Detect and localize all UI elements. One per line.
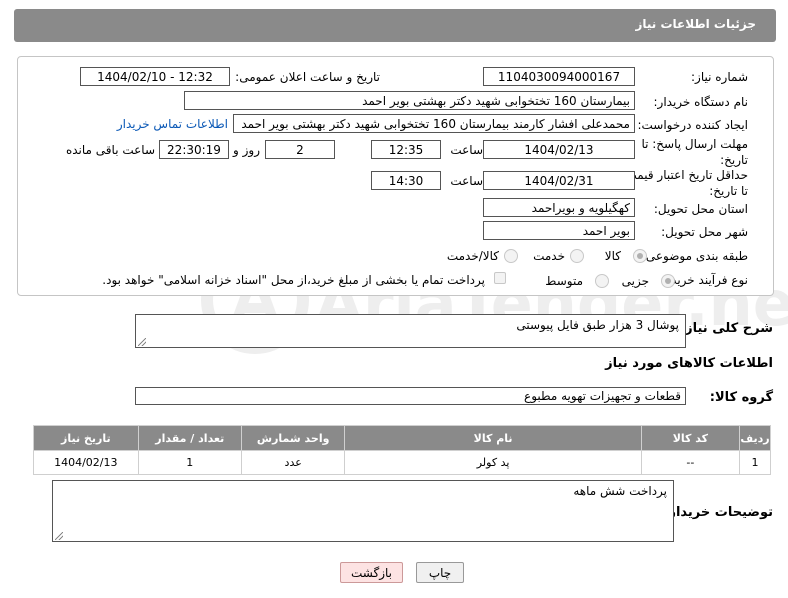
reply-time-field: 12:35: [371, 140, 441, 159]
requester-label: ایجاد کننده درخواست:: [637, 118, 748, 132]
remaining-time-label: ساعت باقی مانده: [65, 143, 155, 157]
treasury-payment-note: پرداخت تمام یا بخشی از مبلغ خرید،از محل …: [102, 273, 485, 287]
category-option-goods: کالا: [604, 249, 621, 263]
announce-datetime-field: 1404/02/10 - 12:32: [80, 67, 230, 86]
purchase-radio-minor[interactable]: [661, 274, 675, 288]
table-row: 1 -- پد کولر عدد 1 1404/02/13: [33, 450, 771, 475]
goods-table: ردیف کد کالا نام کالا واحد شمارش تعداد /…: [33, 425, 771, 475]
cell-unit: عدد: [240, 450, 346, 475]
buyer-notes-label: توضیحات خریدار:: [663, 505, 773, 520]
cell-name: پد کولر: [344, 450, 642, 475]
description-text: پوشال 3 هزار طبق فایل پیوستی: [516, 318, 679, 332]
resize-grip-icon[interactable]: [138, 338, 146, 346]
buyer-org-label: نام دستگاه خریدار:: [653, 95, 749, 109]
col-row: ردیف: [739, 425, 771, 451]
col-code: کد کالا: [640, 425, 741, 451]
page-title: جزئیات اطلاعات نیاز: [635, 17, 756, 31]
price-validity-time-field: 14:30: [371, 171, 441, 190]
category-option-service: خدمت: [533, 249, 565, 263]
buyer-contact-link[interactable]: اطلاعات تماس خریدار: [117, 117, 228, 131]
category-radio-goods[interactable]: [633, 249, 647, 263]
treasury-payment-checkbox[interactable]: [494, 272, 506, 284]
description-textarea[interactable]: پوشال 3 هزار طبق فایل پیوستی: [135, 314, 686, 348]
buyer-org-field: بیمارستان 160 تختخوابی شهید دکتر بهشتی ب…: [184, 91, 635, 110]
reply-date-field: 1404/02/13: [483, 140, 635, 159]
goods-group-label: گروه کالا:: [709, 390, 773, 405]
announce-datetime-label: تاریخ و ساعت اعلان عمومی:: [235, 70, 380, 84]
category-option-goods-service: کالا/خدمت: [446, 249, 499, 263]
back-button[interactable]: بازگشت: [340, 562, 403, 583]
requester-field: محمدعلی افشار کارمند بیمارستان 160 تختخو…: [233, 114, 635, 133]
price-validity-date-field: 1404/02/31: [483, 171, 635, 190]
price-validity-time-label: ساعت: [450, 174, 483, 188]
reply-deadline-label: مهلت ارسال پاسخ: تا تاریخ:: [641, 137, 748, 167]
cell-qty: 1: [137, 450, 242, 475]
need-number-label: شماره نیاز:: [691, 70, 748, 84]
delivery-city-field: بویر احمد: [483, 221, 635, 240]
purchase-option-medium: متوسط: [545, 274, 583, 288]
buyer-notes-text: پرداخت شش ماهه: [573, 484, 667, 498]
col-date: تاریخ نیاز: [33, 425, 139, 451]
col-name: نام کالا: [344, 425, 642, 451]
cell-row: 1: [739, 450, 771, 475]
need-number-field: 1104030094000167: [483, 67, 635, 86]
cell-date: 1404/02/13: [33, 450, 139, 475]
remaining-time-field: 22:30:19: [159, 140, 229, 159]
reply-time-label: ساعت: [450, 143, 483, 157]
delivery-city-label: شهر محل تحویل:: [661, 225, 748, 239]
resize-grip-icon[interactable]: [55, 532, 63, 540]
price-validity-label: حداقل تاریخ اعتبار قیمت: تا تاریخ:: [621, 168, 748, 198]
purchase-option-minor: جزیی: [621, 274, 649, 288]
description-label: شرح کلی نیاز:: [679, 321, 773, 336]
goods-group-field: قطعات و تجهیزات تهویه مطبوع: [135, 387, 686, 405]
buyer-notes-textarea[interactable]: پرداخت شش ماهه: [52, 480, 674, 542]
delivery-province-label: استان محل تحویل:: [653, 202, 748, 216]
category-radio-service[interactable]: [570, 249, 584, 263]
purchase-type-label: نوع فرآیند خرید :: [663, 273, 748, 287]
category-label: طبقه بندی موضوعی:: [641, 249, 748, 263]
purchase-radio-medium[interactable]: [595, 274, 609, 288]
print-button[interactable]: چاپ: [416, 562, 464, 583]
reply-days-label: روز و: [233, 143, 260, 157]
reply-days-field: 2: [265, 140, 335, 159]
category-radio-goods-service[interactable]: [504, 249, 518, 263]
goods-info-title: اطلاعات کالاهای مورد نیاز: [605, 356, 773, 371]
col-qty: تعداد / مقدار: [137, 425, 242, 451]
page-header: جزئیات اطلاعات نیاز: [14, 9, 776, 42]
col-unit: واحد شمارش: [240, 425, 346, 451]
table-header-row: ردیف کد کالا نام کالا واحد شمارش تعداد /…: [33, 425, 771, 451]
delivery-province-field: کهگیلویه و بویراحمد: [483, 198, 635, 217]
cell-code: --: [640, 450, 741, 475]
